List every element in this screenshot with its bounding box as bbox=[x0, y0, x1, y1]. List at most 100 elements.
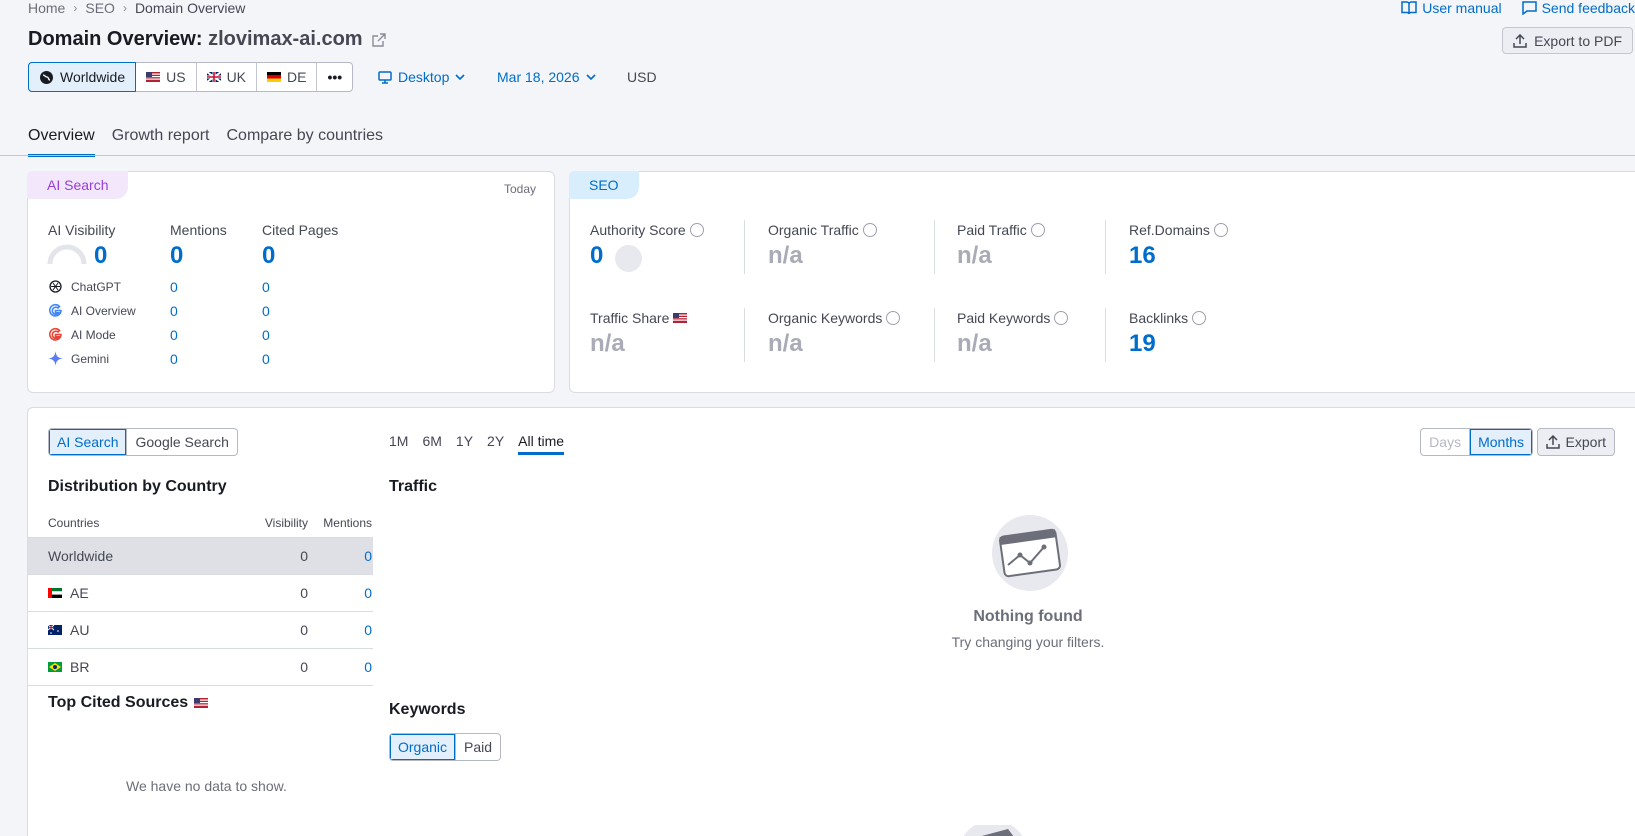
chatgpt-icon bbox=[49, 280, 62, 293]
ref-domains-label: Ref.Domains bbox=[1129, 222, 1228, 238]
info-globe-icon[interactable] bbox=[1030, 223, 1045, 237]
backlinks-label: Backlinks bbox=[1129, 310, 1207, 326]
user-manual-link[interactable]: User manual bbox=[1401, 0, 1502, 16]
table-row[interactable]: Worldwide 0 0 bbox=[28, 538, 373, 575]
toggle-organic[interactable]: Organic bbox=[390, 734, 457, 760]
tab-overview[interactable]: Overview bbox=[28, 127, 95, 157]
organic-traffic-value: n/a bbox=[768, 242, 803, 269]
date-label: Mar 18, 2026 bbox=[497, 69, 580, 85]
info-globe-icon[interactable] bbox=[1213, 223, 1228, 237]
row-mentions[interactable]: 0 bbox=[308, 548, 372, 564]
flag-de-icon bbox=[267, 72, 282, 82]
toggle-ai-search[interactable]: AI Search bbox=[49, 429, 128, 455]
toggle-google-search[interactable]: Google Search bbox=[127, 429, 236, 455]
db-us[interactable]: US bbox=[136, 63, 197, 91]
row-visibility: 0 bbox=[300, 659, 308, 675]
send-feedback-link[interactable]: Send feedback bbox=[1521, 0, 1635, 16]
db-label: Worldwide bbox=[60, 69, 126, 85]
tab-compare-by-countries[interactable]: Compare by countries bbox=[227, 127, 384, 157]
ai-search-card: AI Search Today AI Visibility 0 Mentions… bbox=[27, 171, 555, 393]
today-label: Today bbox=[503, 182, 536, 196]
db-de[interactable]: DE bbox=[257, 63, 318, 91]
globe-icon bbox=[40, 70, 53, 84]
empty-chart-illustration bbox=[992, 515, 1068, 591]
breadcrumb-seo[interactable]: SEO bbox=[85, 0, 115, 16]
row-country: AE bbox=[70, 585, 89, 601]
info-globe-icon[interactable] bbox=[1192, 311, 1207, 325]
info-globe-icon[interactable] bbox=[689, 223, 704, 237]
book-icon bbox=[1401, 1, 1417, 15]
row-mentions[interactable]: 0 bbox=[308, 622, 372, 638]
period-1m[interactable]: 1M bbox=[389, 433, 408, 455]
traffic-share-label: Traffic Share bbox=[590, 310, 688, 326]
ai-visibility-value[interactable]: 0 bbox=[94, 242, 107, 270]
source-name: ChatGPT bbox=[71, 279, 122, 294]
tab-growth-report[interactable]: Growth report bbox=[112, 127, 210, 157]
cited-pages-value[interactable]: 0 bbox=[262, 242, 275, 270]
external-link-icon[interactable] bbox=[372, 33, 386, 47]
device-selector[interactable]: Desktop bbox=[378, 69, 465, 85]
col-visibility[interactable]: Visibility bbox=[228, 516, 308, 530]
flag-ae-icon bbox=[48, 588, 62, 598]
db-label: US bbox=[166, 69, 186, 85]
send-feedback-label: Send feedback bbox=[1541, 0, 1635, 16]
more-icon: ••• bbox=[327, 69, 343, 85]
info-globe-icon[interactable] bbox=[1054, 311, 1069, 325]
date-selector[interactable]: Mar 18, 2026 bbox=[497, 69, 596, 85]
source-mentions[interactable]: 0 bbox=[170, 327, 178, 343]
toggle-paid[interactable]: Paid bbox=[456, 734, 500, 760]
export-button[interactable]: Export bbox=[1536, 428, 1615, 456]
breadcrumb-home[interactable]: Home bbox=[28, 0, 65, 16]
desktop-icon bbox=[378, 70, 392, 84]
col-countries[interactable]: Countries bbox=[48, 516, 228, 530]
ref-domains-value[interactable]: 16 bbox=[1129, 242, 1156, 270]
seo-card: SEO Authority Score 0 Organic Traffic n/… bbox=[569, 171, 1635, 393]
source-cited[interactable]: 0 bbox=[262, 303, 270, 319]
info-globe-icon[interactable] bbox=[862, 223, 877, 237]
info-globe-icon[interactable] bbox=[886, 311, 901, 325]
seo-badge: SEO bbox=[569, 171, 639, 199]
period-2y[interactable]: 2Y bbox=[487, 433, 504, 455]
row-country-cell: AU bbox=[48, 622, 228, 638]
source-mentions[interactable]: 0 bbox=[170, 279, 178, 295]
toggle-months[interactable]: Months bbox=[1470, 429, 1532, 455]
source-cited[interactable]: 0 bbox=[262, 351, 270, 367]
breadcrumb-current: Domain Overview bbox=[134, 0, 246, 16]
source-mentions[interactable]: 0 bbox=[170, 303, 178, 319]
source-name: AI Mode bbox=[71, 327, 116, 342]
table-row[interactable]: BR 0 0 bbox=[28, 649, 373, 686]
flag-us-icon bbox=[146, 72, 161, 82]
keywords-title: Keywords bbox=[389, 701, 466, 718]
source-mentions[interactable]: 0 bbox=[170, 351, 178, 367]
mentions-value[interactable]: 0 bbox=[170, 242, 183, 270]
export-pdf-button[interactable]: Export to PDF bbox=[1502, 27, 1633, 54]
more-databases-button[interactable]: ••• bbox=[317, 63, 352, 91]
col-mentions[interactable]: Mentions bbox=[308, 516, 372, 530]
authority-score-donut bbox=[615, 245, 642, 272]
metric-label-text: Organic Traffic bbox=[768, 222, 859, 238]
row-mentions[interactable]: 0 bbox=[308, 585, 372, 601]
source-cited[interactable]: 0 bbox=[262, 327, 270, 343]
db-uk[interactable]: UK bbox=[197, 63, 258, 91]
row-mentions[interactable]: 0 bbox=[308, 659, 372, 675]
main-tabs: Overview Growth report Compare by countr… bbox=[28, 127, 383, 157]
row-visibility: 0 bbox=[300, 585, 308, 601]
empty-state-text: Nothing found Try changing your filters. bbox=[748, 598, 1308, 650]
period-6m[interactable]: 6M bbox=[422, 433, 441, 455]
period-1y[interactable]: 1Y bbox=[456, 433, 473, 455]
toggle-days[interactable]: Days bbox=[1421, 429, 1471, 455]
row-country-cell: AE bbox=[48, 585, 228, 601]
period-tabs: 1M 6M 1Y 2Y All time bbox=[389, 433, 565, 455]
authority-score-value[interactable]: 0 bbox=[590, 242, 603, 270]
source-row: AI Overview bbox=[48, 303, 136, 318]
flag-us-icon bbox=[194, 698, 209, 708]
db-worldwide[interactable]: Worldwide bbox=[28, 62, 137, 92]
source-row: AI Mode bbox=[48, 327, 116, 342]
table-row[interactable]: AU 0 0 bbox=[28, 612, 373, 649]
backlinks-value[interactable]: 19 bbox=[1129, 330, 1156, 358]
domain-name[interactable]: zlovimax-ai.com bbox=[208, 28, 363, 50]
period-all-time[interactable]: All time bbox=[518, 433, 565, 455]
metric-label-text: Ref.Domains bbox=[1129, 222, 1210, 238]
source-cited[interactable]: 0 bbox=[262, 279, 270, 295]
table-row[interactable]: AE 0 0 bbox=[28, 575, 373, 612]
